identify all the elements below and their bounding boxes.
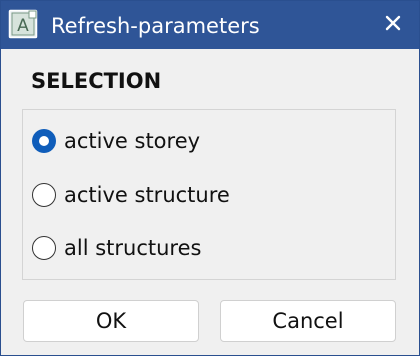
cancel-button[interactable]: Cancel <box>220 300 396 342</box>
radio-label: active storey <box>64 129 201 153</box>
svg-text:A: A <box>17 16 29 36</box>
title-bar[interactable]: A Refresh-parameters <box>1 1 419 49</box>
selection-heading: SELECTION <box>31 69 162 93</box>
close-button[interactable] <box>367 1 419 49</box>
radio-label: all structures <box>64 236 202 260</box>
dialog-window: A Refresh-parameters SELECTION active st… <box>0 0 420 356</box>
radio-button[interactable] <box>32 236 56 260</box>
close-icon <box>385 15 401 35</box>
app-icon: A <box>8 9 38 39</box>
window-title: Refresh-parameters <box>51 14 260 38</box>
radio-active-structure[interactable]: active structure <box>32 178 230 212</box>
radio-label: active structure <box>64 183 230 207</box>
radio-active-storey[interactable]: active storey <box>32 124 200 158</box>
radio-button-checked[interactable] <box>32 129 56 153</box>
ok-button[interactable]: OK <box>23 300 199 342</box>
radio-all-structures[interactable]: all structures <box>32 231 201 265</box>
radio-button[interactable] <box>32 183 56 207</box>
